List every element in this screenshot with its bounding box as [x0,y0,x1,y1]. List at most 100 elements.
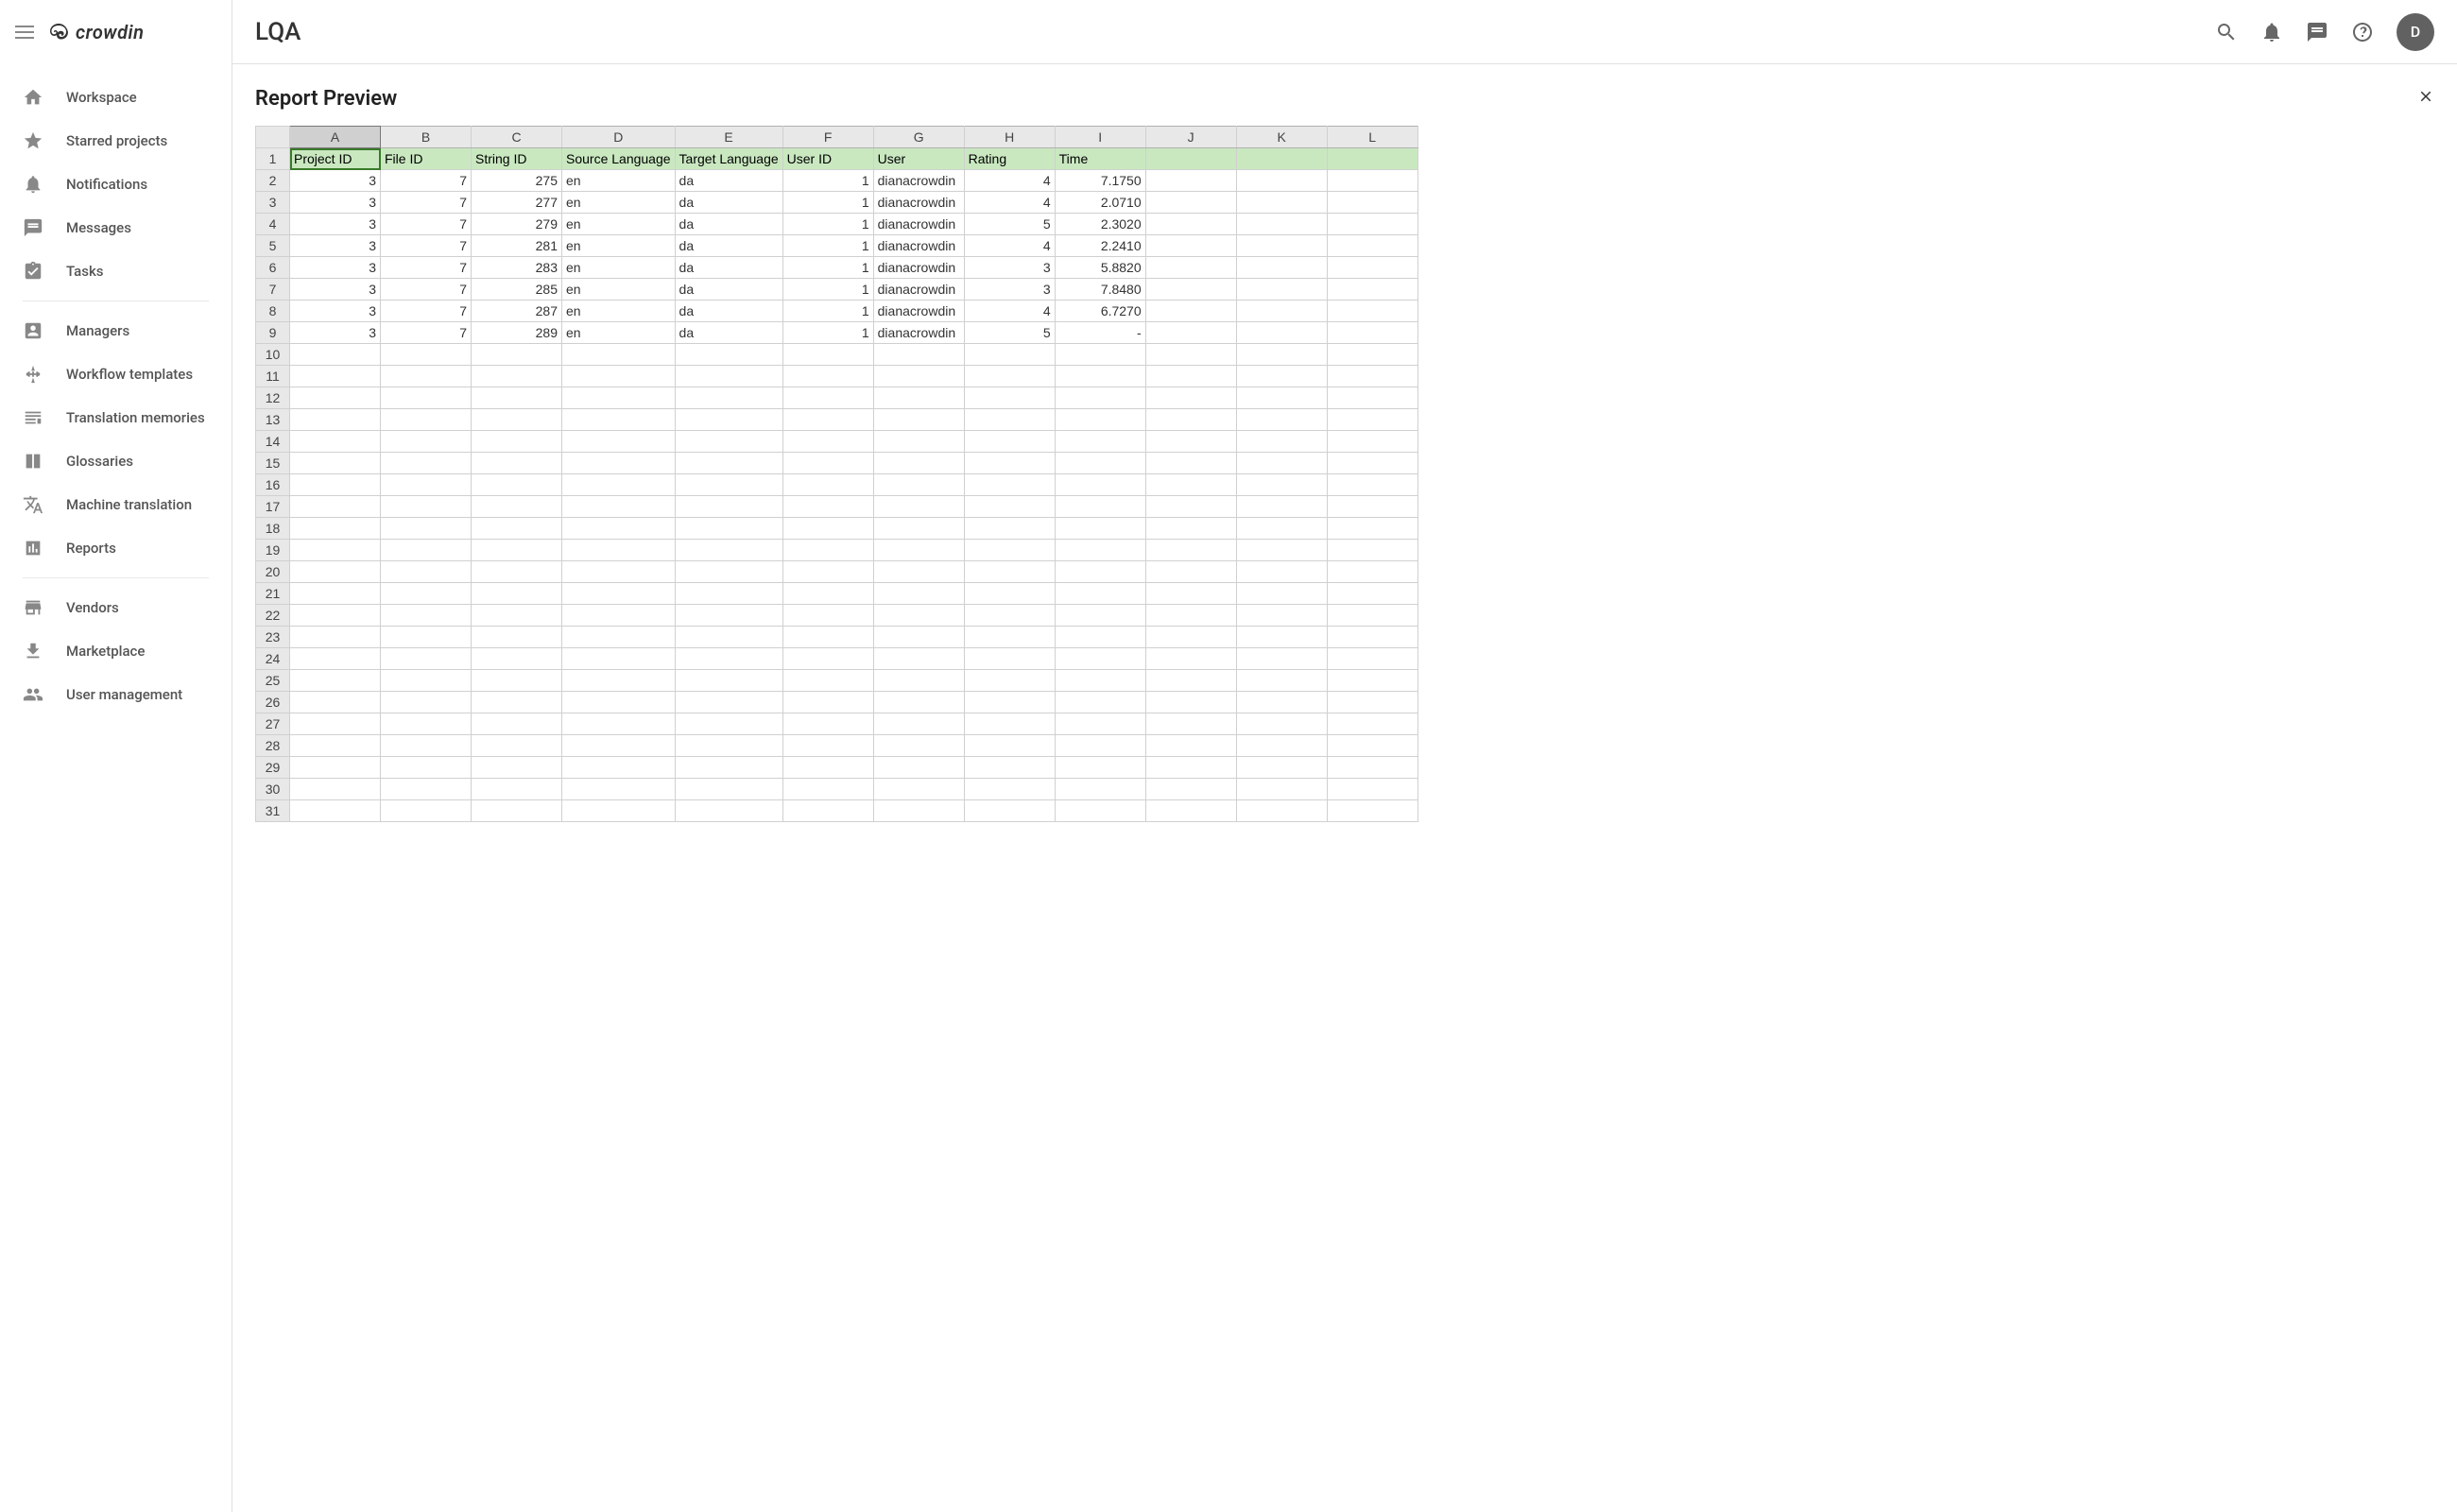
empty-cell[interactable] [1327,540,1418,561]
empty-cell[interactable] [964,583,1055,605]
empty-cell[interactable] [782,648,873,670]
empty-cell[interactable] [290,692,381,713]
empty-cell[interactable] [472,779,562,800]
row-header-18[interactable]: 18 [256,518,290,540]
col-header-I[interactable]: I [1055,127,1145,148]
empty-cell[interactable] [381,757,472,779]
empty-cell[interactable] [562,366,676,387]
empty-cell[interactable] [964,648,1055,670]
data-cell[interactable]: 3 [290,301,381,322]
empty-cell[interactable] [472,692,562,713]
empty-cell[interactable] [472,648,562,670]
empty-cell[interactable] [1236,301,1327,322]
data-cell[interactable]: 2.0710 [1055,192,1145,214]
empty-cell[interactable] [1327,561,1418,583]
data-cell[interactable]: 2.2410 [1055,235,1145,257]
row-header-24[interactable]: 24 [256,648,290,670]
empty-cell[interactable] [1145,301,1236,322]
empty-cell[interactable] [1236,496,1327,518]
data-cell[interactable]: 1 [782,279,873,301]
data-cell[interactable]: 3 [964,257,1055,279]
empty-cell[interactable] [675,540,782,561]
data-cell[interactable]: 279 [472,214,562,235]
data-cell[interactable]: en [562,170,676,192]
empty-cell[interactable] [381,518,472,540]
empty-cell[interactable] [964,627,1055,648]
data-cell[interactable]: - [1055,322,1145,344]
data-cell[interactable]: 7 [381,322,472,344]
empty-cell[interactable] [964,474,1055,496]
empty-cell[interactable] [873,692,964,713]
empty-cell[interactable] [675,561,782,583]
empty-cell[interactable] [1145,561,1236,583]
empty-cell[interactable] [1327,387,1418,409]
col-header-D[interactable]: D [562,127,676,148]
empty-cell[interactable] [290,605,381,627]
empty-cell[interactable] [1055,431,1145,453]
data-cell[interactable]: 1 [782,235,873,257]
sidebar-item-starred-projects[interactable]: Starred projects [0,119,232,163]
data-cell[interactable]: en [562,214,676,235]
row-header-17[interactable]: 17 [256,496,290,518]
data-cell[interactable]: 3 [290,279,381,301]
empty-cell[interactable] [1236,692,1327,713]
row-header-27[interactable]: 27 [256,713,290,735]
empty-cell[interactable] [782,431,873,453]
empty-cell[interactable] [1055,474,1145,496]
empty-cell[interactable] [1145,214,1236,235]
empty-cell[interactable] [873,431,964,453]
col-header-K[interactable]: K [1236,127,1327,148]
empty-cell[interactable] [1236,605,1327,627]
empty-cell[interactable] [472,518,562,540]
empty-cell[interactable] [873,540,964,561]
empty-cell[interactable] [1055,757,1145,779]
data-cell[interactable]: da [675,235,782,257]
empty-cell[interactable] [1055,518,1145,540]
empty-cell[interactable] [964,366,1055,387]
empty-cell[interactable] [562,409,676,431]
empty-cell[interactable] [1055,453,1145,474]
empty-cell[interactable] [675,605,782,627]
empty-cell[interactable] [290,627,381,648]
sidebar-item-marketplace[interactable]: Marketplace [0,629,232,673]
empty-cell[interactable] [675,627,782,648]
empty-cell[interactable] [1145,496,1236,518]
header-cell[interactable] [1145,148,1236,170]
empty-cell[interactable] [964,409,1055,431]
empty-cell[interactable] [381,431,472,453]
empty-cell[interactable] [1145,257,1236,279]
empty-cell[interactable] [1055,800,1145,822]
data-cell[interactable]: dianacrowdin [873,301,964,322]
empty-cell[interactable] [873,496,964,518]
empty-cell[interactable] [964,670,1055,692]
empty-cell[interactable] [1236,257,1327,279]
empty-cell[interactable] [1145,409,1236,431]
empty-cell[interactable] [381,561,472,583]
col-header-G[interactable]: G [873,127,964,148]
data-cell[interactable]: 277 [472,192,562,214]
chat-icon[interactable] [2306,21,2328,43]
empty-cell[interactable] [472,496,562,518]
empty-cell[interactable] [1145,627,1236,648]
empty-cell[interactable] [1327,735,1418,757]
empty-cell[interactable] [782,605,873,627]
empty-cell[interactable] [472,344,562,366]
empty-cell[interactable] [1327,366,1418,387]
data-cell[interactable]: en [562,192,676,214]
empty-cell[interactable] [964,713,1055,735]
empty-cell[interactable] [782,779,873,800]
empty-cell[interactable] [1055,540,1145,561]
empty-cell[interactable] [381,648,472,670]
empty-cell[interactable] [1327,192,1418,214]
empty-cell[interactable] [1236,235,1327,257]
empty-cell[interactable] [873,518,964,540]
empty-cell[interactable] [964,496,1055,518]
empty-cell[interactable] [675,779,782,800]
data-cell[interactable]: dianacrowdin [873,257,964,279]
row-header-22[interactable]: 22 [256,605,290,627]
empty-cell[interactable] [1145,279,1236,301]
empty-cell[interactable] [964,387,1055,409]
empty-cell[interactable] [675,496,782,518]
header-cell[interactable]: Time [1055,148,1145,170]
empty-cell[interactable] [1236,192,1327,214]
